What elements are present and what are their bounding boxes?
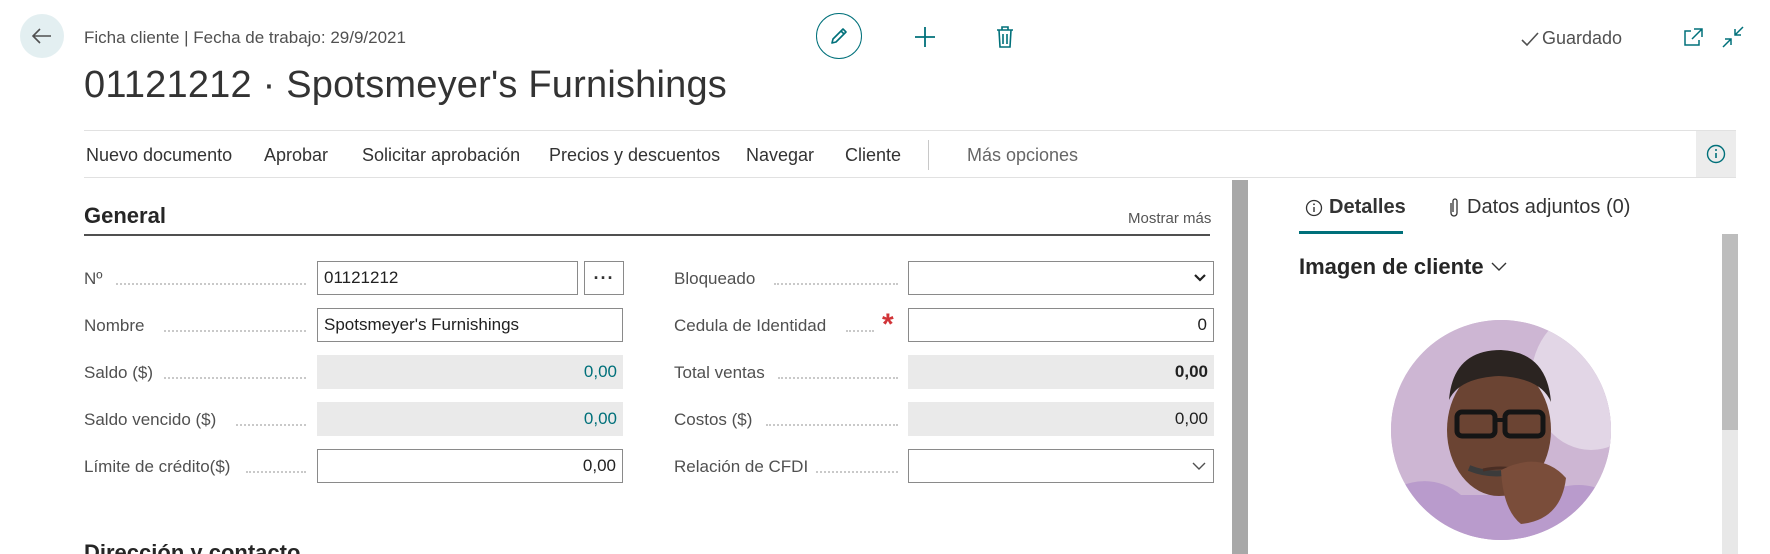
balance-value[interactable]: 0,00 [317, 355, 623, 389]
action-more-options[interactable]: Más opciones [967, 145, 1078, 166]
action-bar: Nuevo documento Aprobar Solicitar aproba… [84, 130, 1736, 178]
customer-picture-header[interactable]: Imagen de cliente [1299, 254, 1508, 280]
back-arrow-icon [31, 28, 51, 44]
no-field[interactable]: 01121212 [317, 261, 578, 295]
action-new-document[interactable]: Nuevo documento [86, 145, 232, 166]
checkmark-icon [1521, 31, 1539, 46]
label-leader [846, 330, 874, 332]
field-label-costs: Costos ($) [674, 410, 753, 429]
section-address-title[interactable]: Dirección y contacto [84, 540, 300, 554]
delete-button[interactable] [990, 22, 1020, 52]
chevron-down-icon [1192, 462, 1206, 470]
action-approve[interactable]: Aprobar [264, 145, 328, 166]
field-label-no: Nº [84, 269, 103, 288]
info-icon [1706, 144, 1726, 164]
paperclip-icon [1450, 197, 1458, 217]
label-leader [816, 471, 898, 473]
section-divider [84, 234, 1210, 236]
blocked-select[interactable] [908, 261, 1214, 295]
customer-picture-title: Imagen de cliente [1299, 254, 1484, 279]
credit-limit-field[interactable]: 0,00 [317, 449, 623, 483]
field-label-total-sales: Total ventas [674, 363, 765, 382]
name-field[interactable]: Spotsmeyer's Furnishings [317, 308, 623, 342]
info-icon [1305, 199, 1323, 216]
tab-details[interactable]: Detalles [1305, 196, 1406, 219]
field-label-blocked: Bloqueado [674, 269, 756, 288]
chevron-down-icon [1194, 274, 1206, 282]
label-leader [778, 377, 898, 379]
action-separator [928, 140, 929, 170]
page-title: 01121212 · Spotsmeyer's Furnishings [84, 64, 727, 106]
balance-due-value[interactable]: 0,00 [317, 402, 623, 436]
action-customer[interactable]: Cliente [845, 145, 901, 166]
active-tab-indicator [1299, 231, 1403, 234]
field-label-cfdi-relation: Relación de CFDI [674, 457, 809, 476]
saved-label: Guardado [1542, 28, 1623, 48]
factbox-toggle-button[interactable] [1696, 131, 1736, 177]
plus-icon [915, 27, 935, 47]
edit-button[interactable] [816, 13, 862, 59]
open-new-window-button[interactable] [1680, 24, 1706, 50]
open-new-window-icon [1684, 28, 1703, 46]
costs-value[interactable]: 0,00 [908, 402, 1214, 436]
label-leader [246, 471, 306, 473]
new-button[interactable] [910, 22, 940, 52]
label-leader [116, 283, 306, 285]
field-label-id-number: Cedula de Identidad [674, 316, 827, 335]
collapse-button[interactable] [1720, 24, 1746, 50]
label-leader [164, 377, 306, 379]
page-caption: Ficha cliente | Fecha de trabajo: 29/9/2… [84, 28, 406, 47]
field-label-name: Nombre [84, 316, 145, 335]
id-number-field[interactable]: 0 [908, 308, 1214, 342]
label-leader [774, 283, 898, 285]
show-more-link[interactable]: Mostrar más [1128, 210, 1211, 227]
no-assist-button[interactable]: ··· [584, 261, 624, 295]
main-scrollbar[interactable] [1232, 180, 1248, 554]
cfdi-relation-select[interactable] [908, 449, 1214, 483]
tab-attachments-label: Datos adjuntos (0) [1467, 196, 1631, 218]
collapse-icon [1722, 26, 1744, 48]
saved-status: Guardado [1520, 28, 1622, 49]
trash-icon [997, 26, 1013, 48]
action-prices-discounts[interactable]: Precios y descuentos [549, 145, 720, 166]
label-leader [164, 330, 306, 332]
action-navigate[interactable]: Navegar [746, 145, 814, 166]
field-label-credit-limit: Límite de crédito($) [84, 457, 231, 476]
label-leader [236, 424, 306, 426]
chevron-down-icon [1491, 262, 1507, 271]
field-label-balance-due: Saldo vencido ($) [84, 410, 217, 429]
factbox-scrollbar-thumb[interactable] [1722, 234, 1738, 430]
customer-picture [1391, 320, 1611, 540]
total-sales-value[interactable]: 0,00 [908, 355, 1214, 389]
tab-attachments[interactable]: Datos adjuntos (0) [1447, 196, 1630, 219]
action-request-approval[interactable]: Solicitar aprobación [362, 145, 520, 166]
pencil-icon [831, 28, 847, 44]
section-general-title[interactable]: General [84, 203, 166, 229]
field-label-balance: Saldo ($) [84, 363, 153, 382]
back-button[interactable] [20, 14, 64, 58]
tab-details-label: Detalles [1329, 196, 1406, 218]
required-indicator: * [882, 308, 894, 341]
label-leader [766, 424, 898, 426]
